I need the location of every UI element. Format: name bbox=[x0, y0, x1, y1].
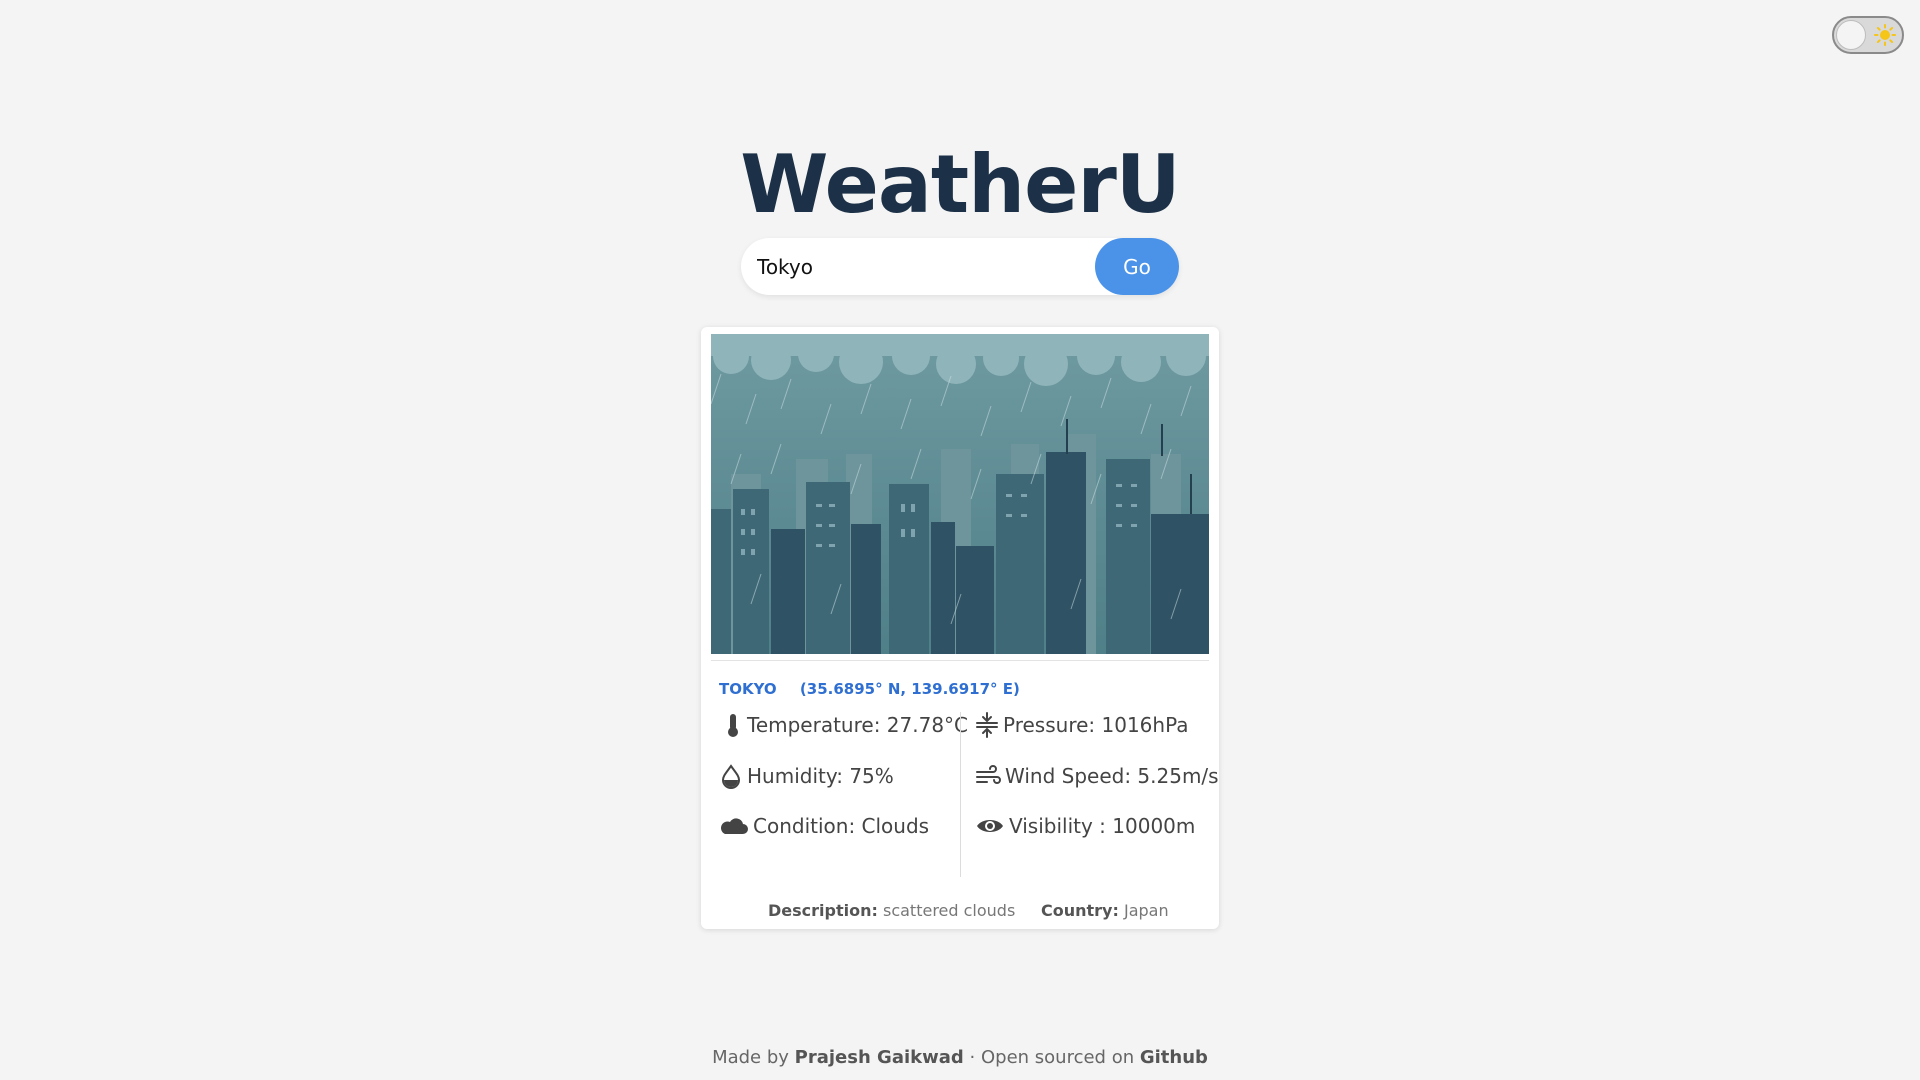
page-footer: Made by Prajesh Gaikwad · Open sourced o… bbox=[0, 1047, 1920, 1068]
thermometer-icon bbox=[728, 714, 738, 737]
stats-divider bbox=[960, 712, 961, 877]
description-value: scattered clouds bbox=[882, 901, 1016, 920]
wind-speed-value: Wind Speed: 5.25m/s bbox=[1005, 764, 1219, 788]
search-bar: Go bbox=[741, 238, 1179, 295]
pressure-stat: Pressure: 1016hPa bbox=[975, 712, 1189, 738]
app-title: WeatherU bbox=[740, 138, 1181, 231]
condition-value: Condition: Clouds bbox=[753, 814, 930, 838]
go-button[interactable]: Go bbox=[1095, 238, 1179, 295]
humidity-stat: Humidity: 75% bbox=[719, 763, 894, 789]
toggle-knob bbox=[1836, 20, 1866, 50]
rainy-city-illustration bbox=[711, 334, 1209, 654]
visibility-stat: Visibility : 10000m bbox=[975, 814, 1195, 838]
temperature-value: Temperature: 27.78°C bbox=[747, 713, 969, 737]
visibility-value: Visibility : 10000m bbox=[1009, 814, 1196, 838]
droplet-icon bbox=[721, 764, 741, 789]
country-value: Japan bbox=[1123, 901, 1169, 920]
wind-icon bbox=[976, 765, 1001, 784]
location-row: TOKYO (35.6895° N, 139.6917° E) bbox=[719, 680, 1020, 698]
author-link[interactable]: Prajesh Gaikwad bbox=[795, 1047, 964, 1068]
pressure-value: Pressure: 1016hPa bbox=[1003, 713, 1189, 737]
description-label: Description: bbox=[768, 901, 878, 920]
compress-icon bbox=[976, 712, 998, 738]
open-source-text: · Open sourced on bbox=[969, 1047, 1135, 1068]
coordinates: (35.6895° N, 139.6917° E) bbox=[799, 680, 1020, 698]
theme-toggle[interactable] bbox=[1832, 16, 1904, 54]
condition-stat: Condition: Clouds bbox=[717, 814, 929, 838]
github-link[interactable]: Github bbox=[1140, 1047, 1208, 1068]
weather-card: TOKYO (35.6895° N, 139.6917° E) Temperat… bbox=[701, 327, 1219, 929]
country-label: Country: bbox=[1041, 901, 1119, 920]
humidity-value: Humidity: 75% bbox=[747, 764, 894, 788]
made-by-text: Made by bbox=[712, 1047, 789, 1068]
sun-icon bbox=[1874, 24, 1896, 46]
eye-icon bbox=[977, 820, 1003, 832]
card-divider bbox=[711, 660, 1209, 661]
country-row: Country: Japan bbox=[1041, 901, 1169, 920]
wind-speed-stat: Wind Speed: 5.25m/s bbox=[975, 763, 1219, 789]
description-row: Description: scattered clouds bbox=[768, 901, 1015, 920]
cloud-icon bbox=[721, 818, 748, 834]
temperature-stat: Temperature: 27.78°C bbox=[723, 712, 968, 738]
city-name: TOKYO bbox=[719, 680, 777, 698]
search-input[interactable] bbox=[757, 238, 1077, 295]
